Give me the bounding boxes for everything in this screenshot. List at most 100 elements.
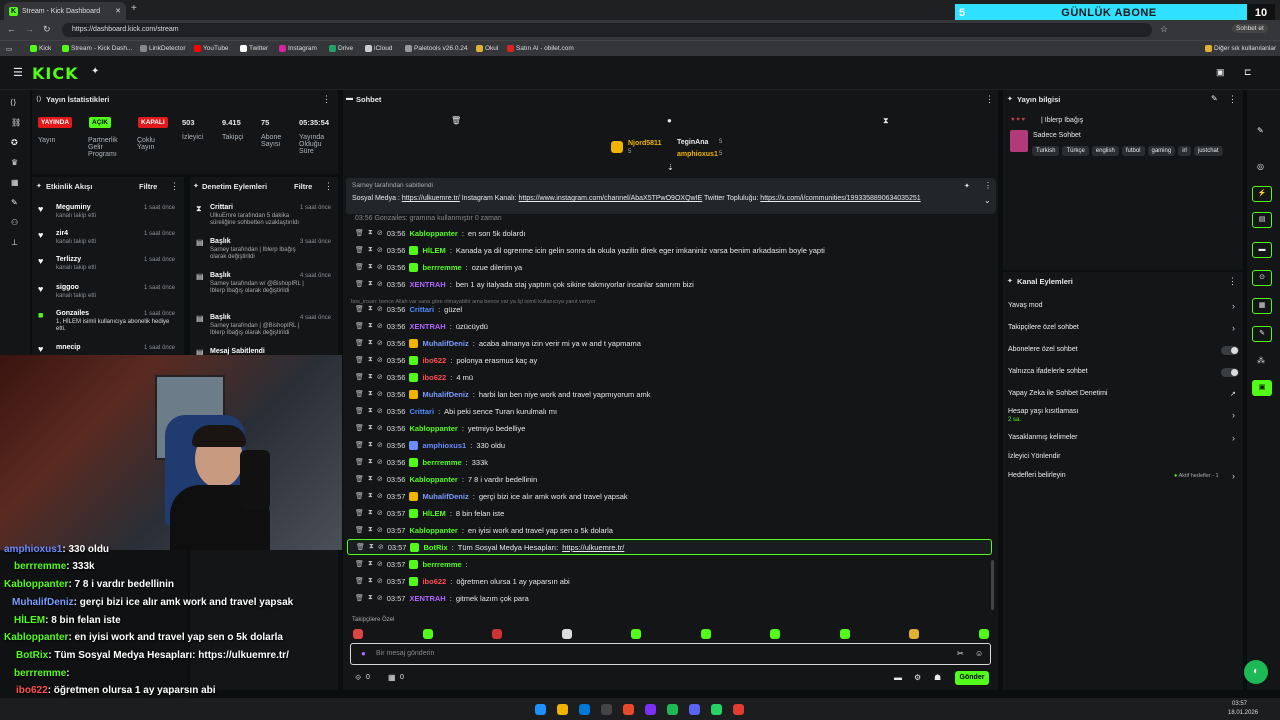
kick-shortcut-icon[interactable]: ⊏	[1244, 67, 1252, 78]
ban-icon[interactable]: ⊘	[377, 458, 383, 466]
bookmark-youtube[interactable]: YouTube	[194, 45, 229, 52]
timeout-icon[interactable]: ⧗	[368, 441, 373, 449]
delete-message-icon[interactable]: 🗑	[355, 577, 364, 585]
ban-icon[interactable]: ⊘	[377, 263, 383, 271]
forward-icon[interactable]: →	[25, 24, 34, 34]
bookmark-icloud[interactable]: iCloud	[365, 45, 392, 52]
message-username[interactable]: BotRix	[423, 543, 447, 552]
pin-icon[interactable]: ✦	[91, 66, 99, 77]
emote-icon[interactable]	[422, 629, 433, 639]
channel-actions-menu-icon[interactable]: ⋮	[1228, 276, 1237, 287]
unpin-icon[interactable]: ✦	[964, 182, 970, 190]
timeout-icon[interactable]: ⧗	[368, 373, 373, 381]
bot-icon[interactable]: ☗	[934, 673, 941, 682]
ban-icon[interactable]: ⊘	[377, 424, 383, 432]
delete-message-icon[interactable]: 🗑	[355, 560, 364, 568]
subs-only-action[interactable]: Abonelere özel sohbet	[1008, 346, 1078, 353]
pinned-link-3[interactable]: https://x.com/i/communities/199335889063…	[760, 195, 920, 202]
pinned-menu-icon[interactable]: ⋮	[984, 181, 992, 190]
delete-message-icon[interactable]: 🗑	[355, 509, 364, 517]
rail-chat-icon[interactable]: ▬	[1252, 242, 1272, 258]
moderation-menu-icon[interactable]: ⋮	[324, 181, 333, 192]
message-username[interactable]: HİLEM	[422, 509, 445, 518]
close-tab-icon[interactable]: ✕	[115, 7, 121, 15]
timeout-icon[interactable]: ⧗	[368, 356, 373, 364]
chat-message[interactable]: 🗑 ⧗ ⊘ 03:56 ibo622:4 mü	[355, 369, 473, 385]
delete-message-icon[interactable]: 🗑	[355, 263, 364, 271]
account-age-chevron-icon[interactable]: ›	[1232, 410, 1235, 420]
new-tab-icon[interactable]: +	[131, 3, 137, 14]
banned-words-chevron-icon[interactable]: ›	[1232, 433, 1235, 443]
ban-icon[interactable]: ⊘	[377, 577, 383, 585]
rail-broadcast-icon[interactable]: ⊙	[1252, 270, 1272, 286]
message-username[interactable]: Kabloppanter	[409, 475, 457, 484]
edit-stream-info-icon[interactable]: ✎	[1211, 94, 1218, 103]
delete-message-icon[interactable]: 🗑	[355, 441, 364, 449]
message-username[interactable]: Crittari	[409, 305, 434, 314]
pinned-link-2[interactable]: https://www.instagram.com/channel/AbaX5T…	[519, 195, 703, 202]
rail-active-icon[interactable]: ▣	[1252, 380, 1272, 396]
goals-action[interactable]: Hedefleri belirleyin	[1008, 472, 1066, 479]
subs-only-toggle[interactable]	[1221, 346, 1239, 355]
bookmark-okul[interactable]: Okul	[476, 45, 498, 52]
chat-message[interactable]: 🗑 ⧗ ⊘ 03:57 MuhalifDeniz: gerçi bizi ice alır…	[355, 488, 628, 504]
rail-share-icon[interactable]: ⁂	[1257, 356, 1265, 365]
tag[interactable]: irl	[1178, 146, 1191, 156]
chat-message[interactable]: 🗑 ⧗ ⊘ 03:56 Kabloppanter: en son 5k dolardı	[355, 225, 525, 241]
message-username[interactable]: amphioxus1	[422, 441, 466, 450]
chat-bubble-icon[interactable]: ●	[667, 116, 672, 125]
ban-icon[interactable]: ⊘	[377, 356, 383, 364]
back-icon[interactable]: ←	[7, 24, 16, 34]
stream-icon[interactable]: ⟨⟩	[10, 98, 16, 107]
followers-only-chevron-icon[interactable]: ›	[1232, 323, 1235, 333]
delete-message-icon[interactable]: 🗑	[355, 424, 364, 432]
url-field[interactable]: https://dashboard.kick.com/stream	[62, 23, 1152, 37]
timeout-icon[interactable]: ⧗	[368, 339, 373, 347]
message-username[interactable]: Kabloppanter	[409, 424, 457, 433]
chrome-icon[interactable]	[733, 704, 744, 715]
message-username[interactable]: MuhalifDeniz	[422, 390, 468, 399]
ban-icon[interactable]: ⊘	[377, 407, 383, 415]
steam-icon[interactable]	[601, 704, 612, 715]
message-username[interactable]: Crittari	[409, 407, 434, 416]
message-username[interactable]: MuhalifDeniz	[422, 339, 468, 348]
message-username[interactable]: MuhalifDeniz	[422, 492, 468, 501]
emote-only-action[interactable]: Yalnızca ifadelerle sohbet	[1008, 368, 1088, 375]
timeout-icon[interactable]: ⧗	[368, 322, 373, 330]
bookmark-kick[interactable]: Kick	[30, 45, 51, 52]
emote-icon[interactable]	[909, 629, 919, 639]
chat-message[interactable]: 🗑 ⧗ ⊘ 03:57 XENTRAH: gitmek lazım çok para	[355, 590, 529, 606]
ban-icon[interactable]: ⊘	[377, 229, 383, 237]
tag[interactable]: gaming	[1147, 146, 1176, 156]
message-username[interactable]: XENTRAH	[409, 280, 445, 289]
timeout-icon[interactable]: ⧗	[368, 509, 373, 517]
chat-message[interactable]: 🗑 ⧗ ⊘ 03:57 HİLEM:8 bin felan iste	[355, 505, 504, 521]
bookmark-dashboard[interactable]: Stream - Kick Dash...	[62, 45, 132, 52]
emote-icon[interactable]	[770, 629, 780, 639]
brave-icon[interactable]	[623, 704, 634, 715]
message-username[interactable]: Kabloppanter	[409, 526, 457, 535]
ai-moderation-action[interactable]: Yapay Zeka ile Sohbet Denetimi	[1008, 390, 1107, 397]
support-chat-icon[interactable]: ◐	[1244, 660, 1268, 684]
whatsapp-icon[interactable]	[711, 704, 722, 715]
delete-message-icon[interactable]: 🗑	[355, 407, 364, 415]
send-button[interactable]: Gönder	[955, 671, 989, 685]
emote-icon[interactable]	[353, 629, 363, 639]
message-username[interactable]: ibo622	[422, 373, 446, 382]
timeout-icon[interactable]: ⧗	[368, 246, 373, 254]
message-username[interactable]: Kabloppanter	[409, 229, 457, 238]
delete-message-icon[interactable]: 🗑	[355, 339, 364, 347]
account-age-action[interactable]: Hesap yaşı kısıtlaması	[1008, 408, 1078, 415]
ban-icon[interactable]: ⊘	[377, 475, 383, 483]
message-username[interactable]: berrremme	[422, 560, 461, 569]
timeout-icon[interactable]: ⧗	[368, 492, 373, 500]
chat-message[interactable]: 🗑 ⧗ ⊘ 03:56 MuhalifDeniz: harbi lan ben niye …	[355, 386, 651, 402]
delete-message-icon[interactable]: 🗑	[355, 475, 364, 483]
spotify-icon[interactable]	[667, 704, 678, 715]
stream-info-menu-icon[interactable]: ⋮	[1228, 94, 1237, 105]
ban-icon[interactable]: ⊘	[377, 492, 383, 500]
apps-icon[interactable]: ▭	[6, 45, 12, 53]
timeout-icon[interactable]: ⧗	[368, 305, 373, 313]
delete-message-icon[interactable]: 🗑	[355, 305, 364, 313]
tag[interactable]: english	[1091, 146, 1119, 156]
